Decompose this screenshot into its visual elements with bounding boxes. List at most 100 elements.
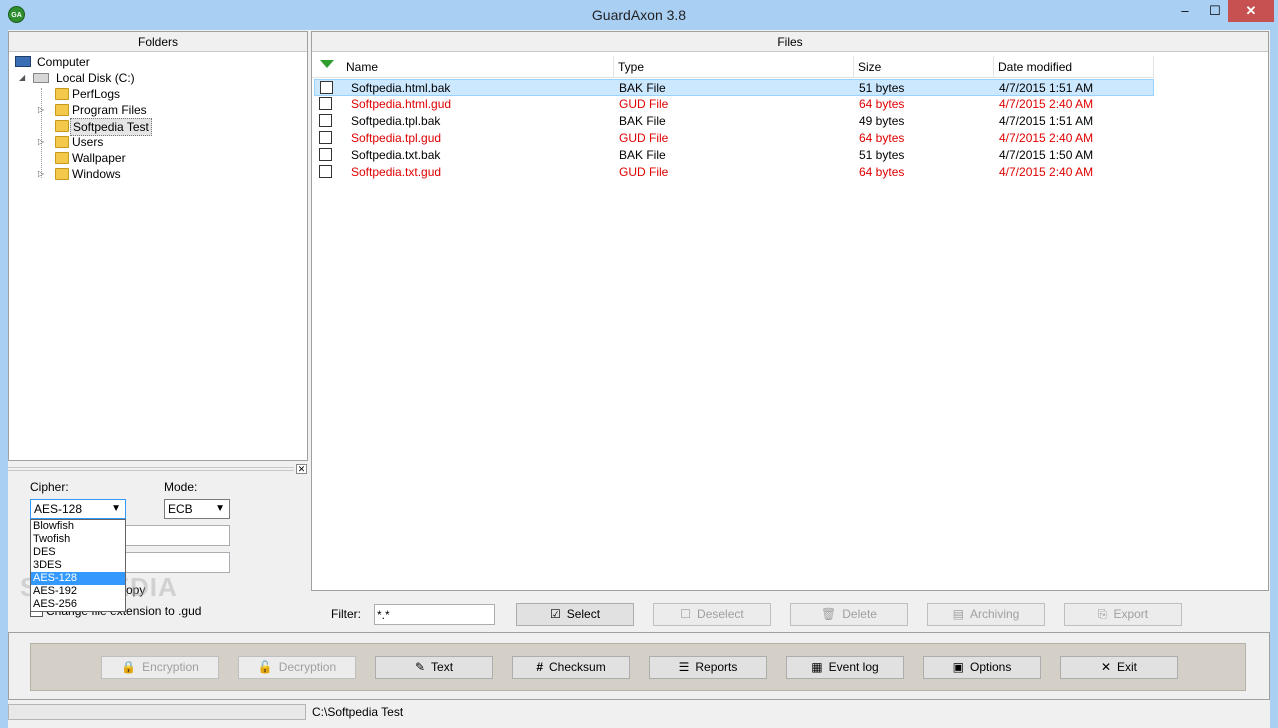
folder-icon — [55, 120, 69, 132]
expand-arrow-icon[interactable]: ▷ — [38, 166, 48, 182]
close-panel-icon[interactable]: ✕ — [296, 464, 307, 474]
row-checkbox[interactable] — [319, 97, 332, 110]
encryption-button[interactable]: 🔒 Encryption — [101, 656, 219, 679]
cipher-select[interactable]: AES-128 ▼ — [30, 499, 126, 519]
file-name: Softpedia.tpl.gud — [351, 131, 442, 145]
files-header: Files — [312, 32, 1268, 52]
table-row[interactable]: Softpedia.tpl.bak BAK File 49 bytes 4/7/… — [314, 113, 1154, 130]
file-size: 64 bytes — [859, 165, 905, 179]
row-checkbox[interactable] — [319, 131, 332, 144]
row-checkbox[interactable] — [320, 81, 333, 94]
deselect-button[interactable]: ☐ Deselect — [653, 603, 771, 626]
status-path: C:\Softpedia Test — [312, 705, 404, 719]
tree-node-computer[interactable]: Computer — [13, 54, 293, 70]
file-date: 4/7/2015 2:40 AM — [999, 165, 1094, 179]
file-name: Softpedia.txt.gud — [351, 165, 442, 179]
hash-icon: # — [536, 660, 543, 674]
tree-label: PerfLogs — [72, 87, 121, 101]
column-type[interactable]: Type — [614, 56, 854, 78]
close-icon: ✕ — [1100, 660, 1112, 674]
file-size: 64 bytes — [859, 97, 905, 111]
row-checkbox[interactable] — [319, 148, 332, 161]
file-size: 64 bytes — [859, 131, 905, 145]
cipher-option[interactable]: Twofish — [31, 533, 125, 546]
file-type: GUD File — [619, 131, 669, 145]
select-button[interactable]: ☑ Select — [516, 603, 634, 626]
file-date: 4/7/2015 1:50 AM — [999, 148, 1094, 162]
tree-label: Users — [72, 135, 104, 149]
file-size: 49 bytes — [859, 114, 905, 128]
window-frame-right — [1270, 30, 1278, 728]
cipher-option[interactable]: DES — [31, 546, 125, 559]
exit-button[interactable]: ✕ Exit — [1060, 656, 1178, 679]
checkbox-checked-icon: ☑ — [549, 607, 561, 621]
files-panel: Files Name Type Size Date modified Softp… — [311, 31, 1269, 591]
decryption-label: Decryption — [278, 660, 337, 674]
column-size[interactable]: Size — [854, 56, 994, 78]
window-title: GuardAxon 3.8 — [591, 7, 687, 23]
row-checkbox[interactable] — [319, 114, 332, 127]
checksum-button[interactable]: # Checksum — [512, 656, 630, 679]
tree-node-local-disk[interactable]: ◢ Local Disk (C:) — [13, 70, 293, 86]
tree-node-wallpaper[interactable]: Wallpaper — [37, 150, 287, 166]
cipher-option[interactable]: Blowfish — [31, 520, 125, 533]
mode-select[interactable]: ECB ▼ — [164, 499, 230, 519]
options-button[interactable]: ▣ Options — [923, 656, 1041, 679]
cipher-select-value: AES-128 — [34, 502, 83, 516]
tree-label: Local Disk (C:) — [56, 71, 135, 85]
mode-select-value: ECB — [168, 502, 193, 516]
cipher-dropdown-list[interactable]: Blowfish Twofish DES 3DES AES-128 AES-19… — [30, 519, 126, 612]
folder-icon — [55, 104, 69, 116]
row-checkbox[interactable] — [319, 165, 332, 178]
delete-label: Delete — [842, 607, 877, 621]
panel-splitter[interactable] — [8, 463, 308, 475]
cipher-option[interactable]: 3DES — [31, 559, 125, 572]
chevron-down-icon: ▼ — [111, 503, 121, 514]
cipher-option[interactable]: AES-192 — [31, 585, 125, 598]
file-size: 51 bytes — [859, 81, 905, 95]
table-row[interactable]: Softpedia.tpl.gud GUD File 64 bytes 4/7/… — [314, 130, 1154, 147]
table-row[interactable]: Softpedia.html.gud GUD File 64 bytes 4/7… — [314, 96, 1154, 113]
filter-input[interactable] — [374, 604, 495, 625]
tree-node-softpedia-test[interactable]: Softpedia Test — [37, 118, 287, 136]
column-name[interactable]: Name — [342, 56, 614, 78]
table-row[interactable]: Softpedia.txt.bak BAK File 51 bytes 4/7/… — [314, 147, 1154, 164]
tree-node-perflogs[interactable]: PerfLogs — [37, 86, 287, 102]
sort-arrow-icon[interactable] — [320, 60, 334, 68]
export-button[interactable]: ⎘ Export — [1064, 603, 1182, 626]
maximize-button[interactable]: ☐ — [1202, 0, 1228, 22]
reports-button[interactable]: ☰ Reports — [649, 656, 767, 679]
pen-icon: ✎ — [414, 660, 426, 674]
file-type: GUD File — [619, 97, 669, 111]
tree-node-users[interactable]: ▷ Users — [37, 134, 287, 150]
close-button[interactable]: ✕ — [1228, 0, 1274, 22]
file-type: BAK File — [619, 81, 666, 95]
file-date: 4/7/2015 2:40 AM — [999, 97, 1094, 111]
expand-arrow-icon[interactable]: ▷ — [38, 134, 48, 150]
collapse-arrow-icon[interactable]: ◢ — [19, 70, 29, 86]
folder-icon — [55, 168, 69, 180]
file-size: 51 bytes — [859, 148, 905, 162]
cipher-option-selected[interactable]: AES-128 — [31, 572, 125, 585]
table-row[interactable]: Softpedia.html.bak BAK File 51 bytes 4/7… — [314, 79, 1154, 96]
folders-header: Folders — [9, 32, 307, 52]
encryption-label: Encryption — [142, 660, 199, 674]
file-name: Softpedia.txt.bak — [351, 148, 441, 162]
file-date: 4/7/2015 1:51 AM — [999, 81, 1094, 95]
tree-node-program-files[interactable]: ▷ Program Files — [37, 102, 287, 118]
folders-panel: Folders Computer ◢ Local Disk (C:) PerfL… — [8, 31, 308, 461]
zip-icon: ▤ — [952, 607, 964, 621]
expand-arrow-icon[interactable]: ▷ — [38, 102, 48, 118]
text-button[interactable]: ✎ Text — [375, 656, 493, 679]
cipher-option[interactable]: AES-256 — [31, 598, 125, 611]
column-date-modified[interactable]: Date modified — [994, 56, 1154, 78]
folder-icon — [55, 152, 69, 164]
delete-button[interactable]: 🗑 Delete — [790, 603, 908, 626]
table-row[interactable]: Softpedia.txt.gud GUD File 64 bytes 4/7/… — [314, 164, 1154, 181]
mode-label: Mode: — [164, 480, 198, 494]
tree-node-windows[interactable]: ▷ Windows — [37, 166, 287, 182]
decryption-button[interactable]: 🔓 Decryption — [238, 656, 356, 679]
event-log-button[interactable]: ▦ Event log — [786, 656, 904, 679]
minimize-button[interactable]: – — [1168, 0, 1202, 22]
archiving-button[interactable]: ▤ Archiving — [927, 603, 1045, 626]
